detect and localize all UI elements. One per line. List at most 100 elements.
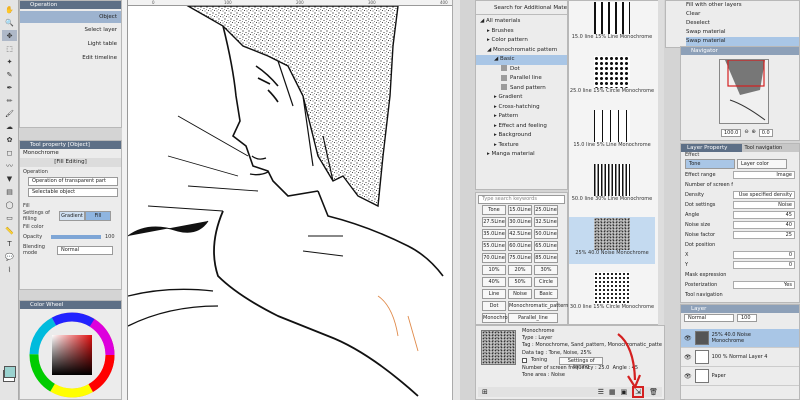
material-tag-button[interactable]: 60.0Line [508, 241, 532, 251]
fill-option[interactable]: Fill [85, 211, 111, 221]
operation-icon[interactable]: ✥ [2, 30, 17, 41]
main-color-swatch[interactable] [4, 366, 16, 378]
manga-artwork[interactable] [128, 6, 452, 400]
material-tree-item[interactable]: ◢ All materials [476, 17, 567, 27]
auto-select-icon[interactable]: ✦ [2, 56, 17, 67]
angle-value[interactable]: 0.0 [758, 129, 773, 137]
frame-icon[interactable]: ▭ [2, 212, 17, 223]
material-tree-item[interactable]: ◢ Basic [476, 55, 567, 65]
layer-property-value[interactable]: 40 [733, 221, 795, 229]
search-additional-materials-button[interactable]: Search for Additional Materials [476, 1, 567, 15]
tone-effect-button[interactable]: Tone [685, 159, 735, 169]
canvas-scrollbar[interactable] [452, 0, 460, 400]
material-tag-button[interactable]: Monochrome [482, 313, 515, 323]
material-tag-button[interactable]: 27.5Line [482, 217, 506, 227]
correct-line-icon[interactable]: ⌇ [2, 264, 17, 275]
eyedropper-icon[interactable]: ✎ [2, 69, 17, 80]
material-tag-button[interactable]: Basic [534, 289, 558, 299]
material-tag-button[interactable]: 20% [508, 265, 532, 275]
layer-property-value[interactable]: 25 [733, 231, 795, 239]
add-material-icon[interactable]: ⊞ [482, 388, 488, 396]
material-tag-button[interactable]: 55.0Line [482, 241, 506, 251]
subtool-item-light-table[interactable]: Light table [20, 37, 121, 51]
pen-icon[interactable]: ✒ [2, 82, 17, 93]
subtool-item-object[interactable]: Object [20, 11, 121, 23]
pencil-icon[interactable]: ✏ [2, 95, 17, 106]
zoom-in-icon[interactable]: ⊕ [752, 129, 756, 137]
layer-row[interactable]: 👁 100 % Normal Layer 4 [681, 348, 799, 367]
layer-property-value[interactable]: Yes [733, 281, 795, 289]
material-tag-button[interactable]: 25.0Line [534, 205, 558, 215]
material-tree-item[interactable]: ▸ Background [476, 131, 567, 141]
figure-icon[interactable]: ◯ [2, 199, 17, 210]
eraser-icon[interactable]: ◻ [2, 147, 17, 158]
material-tree-item[interactable]: ▸ Cross-hatching [476, 103, 567, 113]
material-tree-item[interactable]: Parallel line [476, 74, 567, 84]
material-tag-button[interactable]: Monochromatic_pattern [508, 301, 568, 311]
material-tag-button[interactable]: 40% [482, 277, 506, 287]
tab-layer-property[interactable]: Layer Property [681, 144, 742, 152]
selectable-object-select[interactable]: Selectable object [28, 188, 118, 197]
view-list-icon[interactable]: ☰ [598, 388, 604, 396]
command-item[interactable]: Swap material [686, 37, 799, 46]
eye-icon[interactable]: 👁 [684, 354, 692, 361]
material-tag-button[interactable]: 85.0Line [534, 253, 558, 263]
material-tree-item[interactable]: ▸ Color pattern [476, 36, 567, 46]
material-tag-button[interactable]: 50.0Line [534, 229, 558, 239]
command-item[interactable]: Swap material [686, 28, 799, 37]
layer-property-value[interactable]: Noise [733, 201, 795, 209]
command-item[interactable]: Fill with other layers [686, 1, 799, 10]
airbrush-icon[interactable]: ☁ [2, 121, 17, 132]
material-tree-item[interactable]: ▸ Effect and feeling [476, 122, 567, 132]
gradient-icon[interactable]: ▤ [2, 186, 17, 197]
material-tree-item[interactable]: ▸ Gradient [476, 93, 567, 103]
layer-color-button[interactable]: Layer color [737, 159, 787, 169]
material-tag-button[interactable]: 30% [534, 265, 558, 275]
material-thumbnail[interactable]: 25% 40.0 Noise Monochrome [569, 217, 655, 264]
blending-select[interactable]: Normal [57, 245, 113, 255]
material-tree-item[interactable]: ◢ Monochromatic pattern [476, 46, 567, 56]
fill-icon[interactable]: ▼ [2, 173, 17, 184]
eye-icon[interactable]: 👁 [684, 335, 692, 342]
material-thumbnail[interactable]: 15.0 line 5% Line Monochrome [569, 109, 655, 156]
operation-select[interactable]: Operation of transparent part [28, 177, 118, 186]
material-tag-button[interactable]: Line [482, 289, 506, 299]
blend-icon[interactable]: 〰 [2, 160, 17, 171]
layer-blend-select[interactable]: Normal [684, 314, 734, 322]
navigator-thumbnail[interactable] [719, 59, 769, 124]
decoration-icon[interactable]: ✿ [2, 134, 17, 145]
layer-property-value[interactable]: Use specified density [733, 191, 795, 199]
delete-material-icon[interactable]: 🗑 [649, 388, 658, 396]
settings-of-toning-button[interactable]: Settings of toning [559, 356, 604, 370]
material-tag-button[interactable]: 65.0Line [534, 241, 558, 251]
text-icon[interactable]: T [2, 238, 17, 249]
material-tree-item[interactable]: ▸ Manga material [476, 150, 567, 160]
material-tag-button[interactable]: 35.0Line [482, 229, 506, 239]
layer-property-value[interactable]: 0 [733, 251, 795, 259]
layer-property-value[interactable]: 0 [733, 261, 795, 269]
balloon-icon[interactable]: 💬 [2, 251, 17, 262]
ruler-icon[interactable]: 📏 [2, 225, 17, 236]
material-search-input[interactable]: Type search keywords [478, 195, 565, 204]
material-tag-button[interactable]: 32.5Line [534, 217, 558, 227]
material-tree-item[interactable]: Dot [476, 65, 567, 75]
layer-row[interactable]: 👁 25% 40.0 Noise Monochrome [681, 329, 799, 348]
material-tag-button[interactable]: Dot [482, 301, 506, 311]
brush-icon[interactable]: 🖌 [2, 108, 17, 119]
layer-row[interactable]: 👁 Paper [681, 367, 799, 386]
material-tree-item[interactable]: ▸ Pattern [476, 112, 567, 122]
eye-icon[interactable]: 👁 [684, 373, 692, 380]
material-thumbnail[interactable]: 15.0 line 15% Line Monochrome [569, 1, 655, 48]
layer-opacity-field[interactable]: 100 [737, 314, 757, 322]
material-thumbnail[interactable]: 30.0 line 15% Circle Monochrome [569, 271, 655, 318]
gradient-option[interactable]: Gradient [59, 211, 85, 221]
toning-checkbox[interactable] [522, 358, 527, 364]
material-tag-button[interactable]: 70.0Line [482, 253, 506, 263]
zoom-value[interactable]: 100.0 [721, 129, 742, 137]
material-tree-item[interactable]: ▸ Brushes [476, 27, 567, 37]
zoom-icon[interactable]: 🔍 [2, 17, 17, 28]
subtool-item-select-layer[interactable]: Select layer [20, 23, 121, 37]
material-tag-button[interactable]: Tone [482, 205, 506, 215]
subtool-item-edit-timeline[interactable]: Edit timeline [20, 51, 121, 65]
hand-icon[interactable]: ✋ [2, 4, 17, 15]
